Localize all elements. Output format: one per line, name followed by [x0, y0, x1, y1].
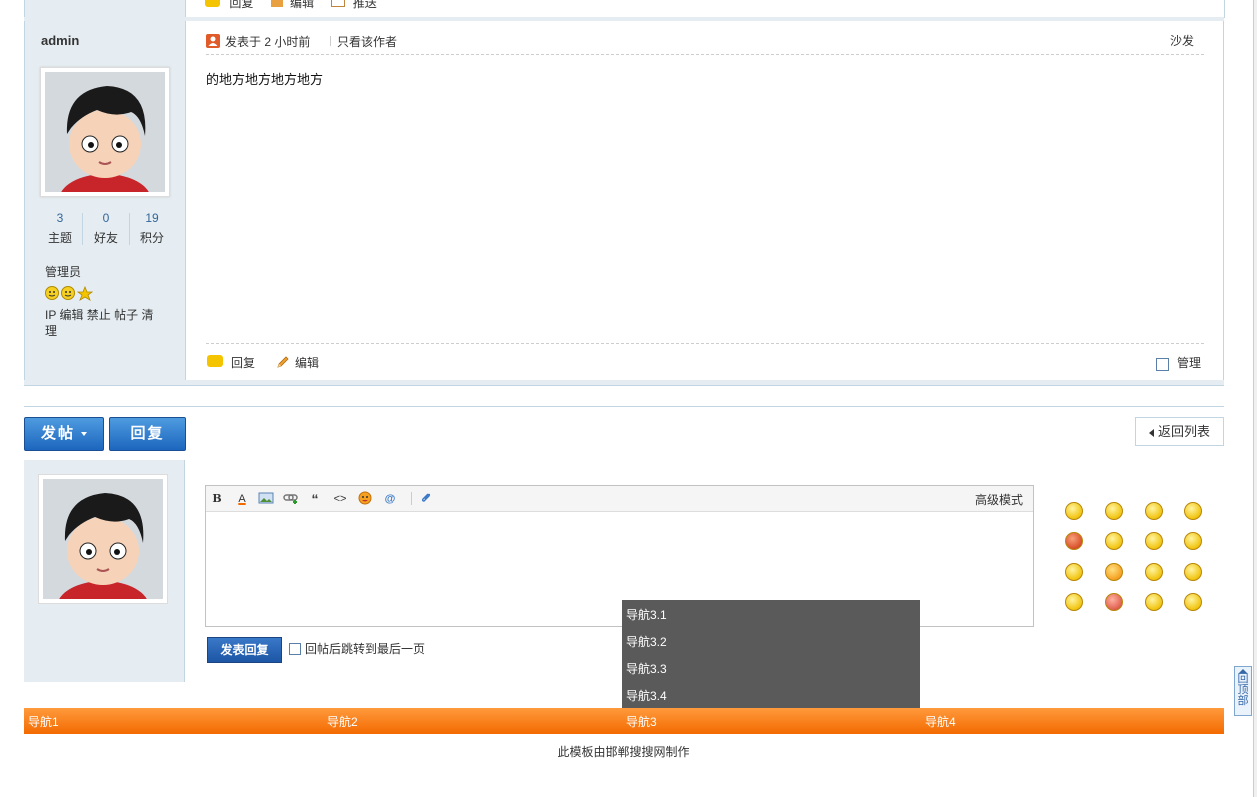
- reply-sidebar: [24, 460, 185, 682]
- avatar-image: [43, 479, 163, 599]
- nav-item-1[interactable]: 导航1: [28, 713, 59, 730]
- stat-points[interactable]: 19 积分: [129, 211, 175, 246]
- stat-threads-count: 3: [56, 211, 64, 225]
- avatar-image: [45, 72, 165, 192]
- back-to-list-button[interactable]: 返回列表: [1135, 417, 1224, 446]
- post-meta: 发表于 2 小时前 只看该作者 沙发: [206, 32, 1204, 55]
- edit-link[interactable]: 编辑: [295, 354, 319, 371]
- smiley-icon[interactable]: [1145, 532, 1163, 550]
- caret-down-icon: [81, 432, 87, 437]
- avatar[interactable]: [40, 67, 170, 197]
- author-online-icon: [206, 34, 220, 48]
- smiley-icon[interactable]: [1105, 593, 1123, 611]
- manage-label: 管理: [1177, 356, 1202, 370]
- pencil-icon: [276, 355, 290, 369]
- jump-last-page-checkbox[interactable]: [289, 643, 301, 655]
- prev-recommend-link[interactable]: 推送: [353, 0, 377, 10]
- smiley-icon[interactable]: [1184, 563, 1202, 581]
- pencil-icon: [270, 0, 283, 7]
- previous-post-sidebar: [25, 0, 186, 18]
- new-post-button[interactable]: 发帖: [24, 417, 104, 451]
- prev-edit-link[interactable]: 编辑: [290, 0, 314, 10]
- admin-links[interactable]: IP 编辑 禁止 帖子 清理: [45, 307, 165, 339]
- post-time: 发表于 2 小时前: [225, 35, 311, 49]
- nav-item-2[interactable]: 导航2: [327, 713, 358, 730]
- reply-icon: [207, 355, 223, 367]
- smiley-icon[interactable]: [1105, 502, 1123, 520]
- stat-friends[interactable]: 0 好友: [83, 211, 129, 246]
- previous-post-actions: 回复 编辑 推送: [205, 0, 377, 11]
- jump-last-page-label: 回帖后跳转到最后一页: [305, 642, 426, 656]
- dropdown-item[interactable]: 导航3.3: [626, 660, 667, 677]
- bold-icon[interactable]: B: [209, 491, 225, 507]
- smiley-icon[interactable]: [1145, 593, 1163, 611]
- meta-separator: [330, 36, 331, 46]
- post-bottom-bar: [24, 380, 1224, 386]
- reply-link[interactable]: 回复: [231, 354, 255, 371]
- dropdown-item[interactable]: 导航3.1: [626, 606, 667, 623]
- stat-threads[interactable]: 3 主题: [37, 211, 83, 246]
- stat-points-count: 19: [145, 211, 159, 225]
- nav3-dropdown-menu: 导航3.1 导航3.2 导航3.3 导航3.4: [622, 600, 920, 708]
- smiley-icon[interactable]: [1065, 532, 1083, 550]
- smiley-icon[interactable]: [1184, 532, 1202, 550]
- dropdown-item[interactable]: 导航3.4: [626, 687, 667, 704]
- image-icon[interactable]: [258, 491, 274, 507]
- post: admin 3 主题 0 好友 19 积分 管理员 IP 编辑 禁止 帖子 清理…: [24, 21, 1224, 383]
- nav-item-3[interactable]: 导航3: [626, 713, 657, 730]
- author-name[interactable]: admin: [41, 33, 79, 48]
- footer-credit: 此模板由邯郸搜搜网制作: [557, 745, 690, 759]
- back-to-list-label: 返回列表: [1157, 424, 1210, 439]
- smiley-icon[interactable]: [1145, 502, 1163, 520]
- stat-friends-label: 好友: [93, 231, 118, 245]
- smiley-icon[interactable]: [1184, 593, 1202, 611]
- code-icon[interactable]: <>: [332, 491, 348, 507]
- submit-reply-button[interactable]: 发表回复: [207, 637, 282, 663]
- toolbar-separator: [411, 492, 412, 505]
- post-actions: 回复 编辑 管理: [206, 343, 1204, 374]
- only-author-link[interactable]: 只看该作者: [337, 33, 397, 50]
- post-author-sidebar: admin 3 主题 0 好友 19 积分 管理员 IP 编辑 禁止 帖子 清理: [25, 21, 186, 383]
- attachment-icon[interactable]: [418, 491, 434, 507]
- smiley-icon[interactable]: [1105, 563, 1123, 581]
- post-content: 的地方地方地方地方: [206, 72, 324, 87]
- advanced-mode-link[interactable]: 高级模式: [975, 491, 1023, 508]
- smiley-icon[interactable]: [1065, 563, 1083, 581]
- font-color-icon[interactable]: A: [234, 491, 250, 507]
- back-to-top-label: 回顶部: [1237, 673, 1249, 707]
- editor-toolbar: B A “ <> @ 高级模式: [206, 486, 1033, 512]
- dropdown-item[interactable]: 导航3.2: [626, 633, 667, 650]
- stat-threads-label: 主题: [47, 231, 72, 245]
- author-stats: 3 主题 0 好友 19 积分: [37, 211, 177, 247]
- link-icon[interactable]: [283, 491, 299, 507]
- page-scrollbar-edge: [1253, 0, 1257, 797]
- nav-item-4[interactable]: 导航4: [925, 713, 956, 730]
- new-post-label: 发帖: [40, 425, 75, 442]
- bottom-nav: 导航1 导航2 导航3 导航4: [24, 708, 1224, 734]
- prev-reply-link[interactable]: 回复: [229, 0, 253, 10]
- rank-icons: [45, 285, 95, 301]
- arrow-left-icon: [1148, 428, 1154, 437]
- smiley-icon[interactable]: [1065, 593, 1083, 611]
- emoji-icon[interactable]: [357, 491, 373, 507]
- mention-icon[interactable]: @: [382, 491, 398, 507]
- divider-line: [24, 406, 1224, 407]
- manage-checkbox[interactable]: [1156, 358, 1169, 371]
- smiley-icon[interactable]: [1145, 563, 1163, 581]
- reply-icon: [205, 0, 220, 7]
- smiley-icon[interactable]: [1105, 532, 1123, 550]
- smiley-panel: [1062, 499, 1222, 619]
- back-to-top-button[interactable]: 回顶部: [1234, 666, 1252, 716]
- avatar[interactable]: [38, 474, 168, 604]
- stat-points-label: 积分: [139, 231, 164, 245]
- smiley-icon[interactable]: [1184, 502, 1202, 520]
- quote-icon[interactable]: “: [307, 491, 323, 507]
- smiley-icon[interactable]: [1065, 502, 1083, 520]
- reply-button[interactable]: 回复: [109, 417, 186, 451]
- floor-number[interactable]: 沙发: [1170, 32, 1194, 49]
- share-icon: [331, 0, 346, 7]
- stat-friends-count: 0: [102, 211, 110, 225]
- user-role[interactable]: 管理员: [45, 263, 81, 280]
